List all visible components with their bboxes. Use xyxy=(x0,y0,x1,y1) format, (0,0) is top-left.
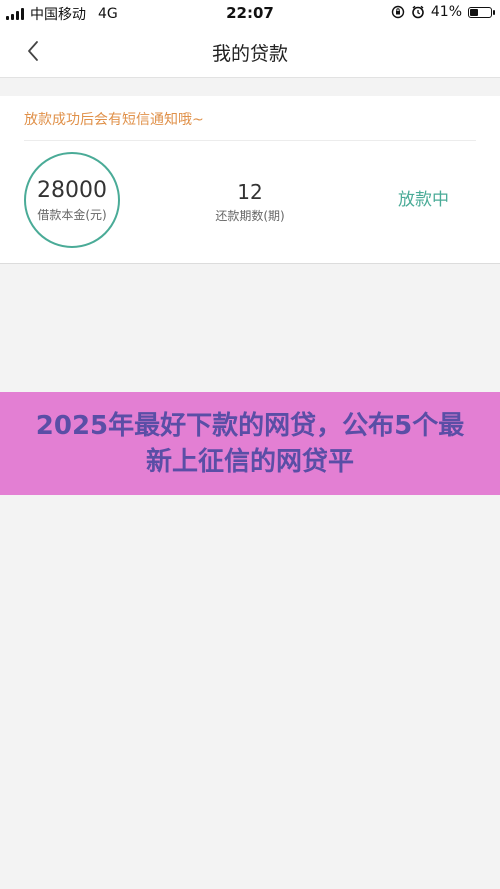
promo-banner-text: 2025年最好下款的网贷，公布5个最新上征信的网贷平 xyxy=(35,410,465,477)
loan-term-value: 12 xyxy=(237,180,263,204)
status-bar: 中国移动 4G 22:07 41% xyxy=(0,0,500,26)
loan-term-label: 还款期数(期) xyxy=(215,209,285,223)
sms-notice: 放款成功后会有短信通知哦~ xyxy=(24,112,204,128)
battery-icon xyxy=(468,6,495,18)
loan-amount-label: 借款本金(元) xyxy=(37,207,107,222)
loan-card: 放款成功后会有短信通知哦~ 28000 借款本金(元) 12 还款期数(期) 放… xyxy=(0,96,500,264)
loan-amount: 28000 xyxy=(37,177,107,203)
battery-percent: 41% xyxy=(430,4,462,20)
divider xyxy=(24,140,476,141)
nav-bar: 我的贷款 xyxy=(0,26,500,78)
page-title: 我的贷款 xyxy=(211,43,288,65)
loan-term: 12 还款期数(期) xyxy=(200,180,300,224)
battery-level xyxy=(470,8,478,16)
alarm-icon xyxy=(412,5,424,19)
status-right: 41% xyxy=(391,4,495,20)
loan-amount-ring: 28000 借款本金(元) xyxy=(24,152,120,248)
loan-status: 放款中 xyxy=(398,190,449,210)
promo-banner: 2025年最好下款的网贷，公布5个最新上征信的网贷平 xyxy=(0,392,500,495)
screen-rotation-lock-icon xyxy=(391,5,405,19)
